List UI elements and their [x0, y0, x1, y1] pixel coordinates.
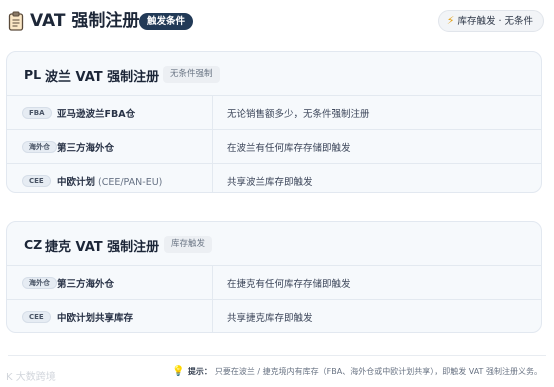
header: VAT 强制注册 触发条件 ⚡ 库存触发 · 无条件	[0, 0, 554, 44]
card-tag: 无条件强制	[163, 66, 220, 83]
card-header: PL 波兰 VAT 强制注册 无条件强制	[7, 52, 541, 95]
table-row: 海外仓 第三方海外仓 在波兰有任何库存存储即触发	[7, 129, 541, 163]
row-sublabel: (CEE/PAN-EU)	[98, 177, 163, 188]
card-tag: 库存触发	[164, 236, 213, 253]
row-description: 在波兰有任何库存存储即触发	[227, 143, 351, 154]
row-pill: CEE	[22, 175, 51, 187]
country-code: PL	[24, 67, 42, 82]
row-description: 共享捷克库存即触发	[227, 313, 313, 324]
divider	[212, 266, 213, 299]
poland-card: PL 波兰 VAT 强制注册 无条件强制 FBA 亚马逊波兰FBA仓 无论销售额…	[6, 51, 542, 193]
lightbulb-icon: 💡	[172, 366, 185, 377]
table-row: FBA 亚马逊波兰FBA仓 无论销售额多少，无条件强制注册	[7, 95, 541, 129]
row-pill: 海外仓	[22, 277, 57, 289]
row-label: 第三方海外仓	[57, 143, 115, 154]
page-title: VAT 强制注册	[30, 11, 140, 31]
table-row: CEE 中欧计划共享库存 共享捷克库存即触发	[7, 299, 541, 332]
divider	[212, 164, 213, 192]
card-title: 波兰 VAT 强制注册	[45, 70, 160, 85]
card-title: 捷克 VAT 强制注册	[45, 240, 160, 255]
trigger-filter-chip[interactable]: ⚡ 库存触发 · 无条件	[437, 10, 544, 32]
row-pill: FBA	[22, 107, 52, 119]
row-description: 共享波兰库存即触发	[227, 177, 313, 188]
table-row: 海外仓 第三方海外仓 在捷克有任何库存存储即触发	[7, 265, 541, 299]
trigger-filter-label: 库存触发 · 无条件	[457, 16, 533, 27]
row-description: 无论销售额多少，无条件强制注册	[227, 109, 370, 120]
row-label: 中欧计划 (CEE/PAN-EU)	[57, 177, 163, 188]
row-pill: CEE	[22, 311, 51, 323]
bolt-icon: ⚡	[446, 14, 455, 27]
row-description: 在捷克有任何库存存储即触发	[227, 279, 351, 290]
card-header: CZ 捷克 VAT 强制注册 库存触发	[7, 222, 541, 265]
table-row: CEE 中欧计划 (CEE/PAN-EU) 共享波兰库存即触发	[7, 163, 541, 192]
clipboard-icon	[8, 11, 24, 31]
footer-tip: 💡 提示： 只要在波兰 / 捷克境内有库存（FBA、海外仓或中欧计划共享），即触发 …	[172, 366, 542, 377]
row-label: 中欧计划共享库存	[57, 313, 134, 324]
divider	[212, 300, 213, 332]
row-label: 亚马逊波兰FBA仓	[57, 109, 136, 120]
footer-divider	[8, 355, 546, 356]
divider	[212, 96, 213, 129]
watermark: K 大数跨境	[6, 372, 56, 383]
tip-text: 只要在波兰 / 捷克境内有库存（FBA、海外仓或中欧计划共享），即触发 VAT …	[214, 367, 542, 376]
tip-lead: 提示：	[187, 367, 212, 376]
czech-card: CZ 捷克 VAT 强制注册 库存触发 海外仓 第三方海外仓 在捷克有任何库存存…	[6, 221, 542, 333]
row-pill: 海外仓	[22, 141, 57, 153]
country-code: CZ	[24, 237, 43, 252]
row-label: 第三方海外仓	[57, 279, 115, 290]
trigger-badge: 触发条件	[139, 13, 194, 30]
divider	[212, 130, 213, 163]
